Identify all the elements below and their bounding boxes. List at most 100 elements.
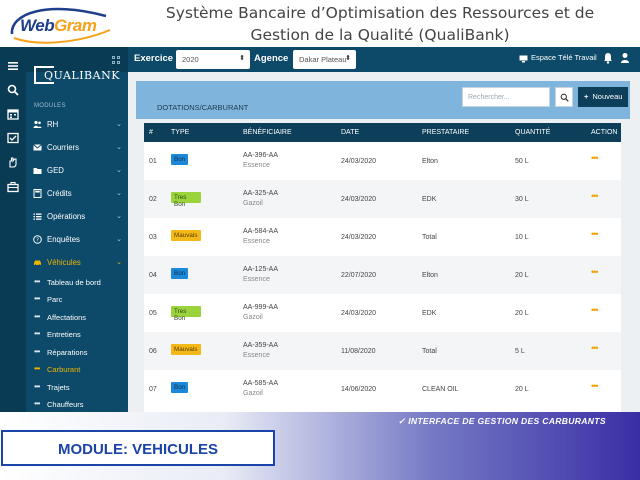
sidebar-item-label: Opérations (47, 212, 86, 221)
row-quantity: 50 L (515, 158, 529, 165)
qualibank-logo: QUALIBANK (34, 64, 119, 94)
search-icon[interactable] (7, 84, 19, 96)
logo-web: Web (20, 16, 55, 35)
sidebar-item-label: Véhicules (47, 258, 81, 267)
sidebar-item-label: Enquêtes (47, 235, 80, 244)
row-provider: CLEAN OIL (422, 386, 459, 393)
sidebar-item-vehicules[interactable]: Véhicules ⌄ (26, 255, 128, 271)
type-badge: Bon (171, 268, 188, 279)
chevron-down-icon: ⌄ (116, 121, 122, 128)
sidebar-item-credits[interactable]: Crédits ⌄ (26, 186, 128, 202)
chevron-down-icon: ⌄ (116, 236, 122, 243)
chevron-down-icon: ⌄ (116, 213, 122, 220)
row-date: 24/03/2020 (341, 196, 377, 203)
exercice-select[interactable]: 2020 ⬍ (176, 50, 250, 69)
grid-toggle-icon[interactable] (112, 56, 121, 65)
bell-icon[interactable] (603, 52, 613, 64)
slide-title: Système Bancaire d’Optimisation des Ress… (120, 2, 640, 46)
briefcase-icon[interactable] (7, 181, 19, 193)
subitem-reparations[interactable]: ••• Réparations (26, 345, 128, 360)
subitem-parc[interactable]: ••• Parc (26, 292, 128, 307)
new-button[interactable]: + Nouveau (578, 87, 628, 107)
sidebar-item-ged[interactable]: GED ⌄ (26, 163, 128, 179)
row-fuel: Gazoil (243, 390, 263, 397)
dots-icon: ••• (34, 294, 40, 303)
type-badge: Mauvais (171, 230, 201, 241)
search-icon (560, 93, 569, 102)
row-date: 24/03/2020 (341, 158, 377, 165)
col-type: TYPE (171, 129, 190, 136)
webgram-logo: WebGram (6, 4, 114, 46)
agence-value: Dakar Plateau (299, 55, 347, 64)
subitem-label: Chauffeurs (47, 400, 84, 409)
search-button[interactable] (555, 87, 573, 107)
row-action-menu-icon[interactable]: ••• (591, 230, 599, 239)
row-number: 03 (149, 234, 157, 241)
row-fuel: Gazoil (243, 314, 263, 321)
type-badge: Bon (171, 382, 188, 393)
table-row: 02 Tres Bon AA-325-AA Gazoil 24/03/2020 … (144, 180, 621, 218)
sidebar-item-operations[interactable]: Opérations ⌄ (26, 209, 128, 225)
col-prestataire: PRESTATAIRE (422, 129, 470, 136)
sidebar-item-enquetes[interactable]: ? Enquêtes ⌄ (26, 232, 128, 248)
row-action-menu-icon[interactable]: ••• (591, 268, 599, 277)
type-badge: Tres Bon (171, 192, 201, 208)
row-date: 24/03/2020 (341, 234, 377, 241)
col-action: ACTION (591, 129, 618, 136)
subitem-affectations[interactable]: ••• Affectations (26, 310, 128, 325)
monitor-icon (519, 55, 528, 63)
dots-icon: ••• (34, 312, 40, 321)
row-plate: AA-359-AA (243, 342, 279, 349)
sidebar-item-courriers[interactable]: Courriers ⌄ (26, 140, 128, 156)
car-icon (34, 260, 41, 267)
row-action-menu-icon[interactable]: ••• (591, 306, 599, 315)
row-action-menu-icon[interactable]: ••• (591, 382, 599, 391)
row-date: 14/06/2020 (341, 386, 377, 393)
fuel-table: # TYPE BÉNÉFICIAIRE DATE PRESTATAIRE QUA… (144, 123, 621, 412)
row-provider: EDK (422, 310, 437, 317)
calculator-icon (33, 189, 42, 198)
subitem-label: Parc (47, 295, 63, 304)
table-row: 03 Mauvais AA-584-AA Essence 24/03/2020 … (144, 218, 621, 256)
remote-work-link[interactable]: Espace Télé Travail (531, 53, 597, 62)
row-provider: Total (422, 234, 437, 241)
subitem-tableau-de-bord[interactable]: ••• Tableau de bord (26, 275, 128, 290)
svg-text:?: ? (36, 238, 39, 244)
slide-title-line2: Gestion de la Qualité (QualiBank) (250, 26, 510, 44)
row-action-menu-icon[interactable]: ••• (591, 344, 599, 353)
agence-select[interactable]: Dakar Plateau ⬍ (293, 50, 356, 69)
subitem-carburant[interactable]: ••• Carburant (26, 362, 128, 377)
row-plate: AA-396-AA (243, 152, 279, 159)
sidebar-item-label: Courriers (47, 143, 80, 152)
table-row: 01 Bon AA-396-AA Essence 24/03/2020 Elto… (144, 142, 621, 180)
folder-icon (33, 168, 42, 174)
row-provider: Elton (422, 272, 438, 279)
subitem-trajets[interactable]: ••• Trajets (26, 380, 128, 395)
sidebar-item-label: Crédits (47, 189, 72, 198)
icon-strip (0, 47, 26, 412)
row-fuel: Essence (243, 162, 270, 169)
menu-icon[interactable] (7, 60, 19, 72)
row-date: 11/08/2020 (341, 348, 376, 355)
subitem-chauffeurs[interactable]: ••• Chauffeurs (26, 397, 128, 412)
plus-icon: + (584, 92, 589, 101)
calendar-icon[interactable] (7, 108, 19, 120)
sidebar-item-rh[interactable]: RH ⌄ (26, 117, 128, 133)
col-date: DATE (341, 129, 360, 136)
row-number: 04 (149, 272, 157, 279)
subitem-entretiens[interactable]: ••• Entretiens (26, 327, 128, 342)
search-input[interactable]: Rechercher... (462, 87, 550, 107)
hand-icon[interactable] (7, 156, 19, 168)
col-beneficiaire: BÉNÉFICIAIRE (243, 129, 292, 136)
row-action-menu-icon[interactable]: ••• (591, 192, 599, 201)
row-fuel: Essence (243, 238, 270, 245)
agence-label: Agence (254, 53, 289, 64)
row-action-menu-icon[interactable]: ••• (591, 154, 599, 163)
user-icon[interactable] (620, 52, 630, 64)
tasks-icon[interactable] (7, 132, 19, 144)
subitem-label: Carburant (47, 365, 81, 374)
row-plate: AA-585-AA (243, 380, 279, 387)
subitem-label: Tableau de bord (47, 278, 101, 287)
row-plate: AA-584-AA (243, 228, 279, 235)
col-number: # (149, 129, 153, 136)
